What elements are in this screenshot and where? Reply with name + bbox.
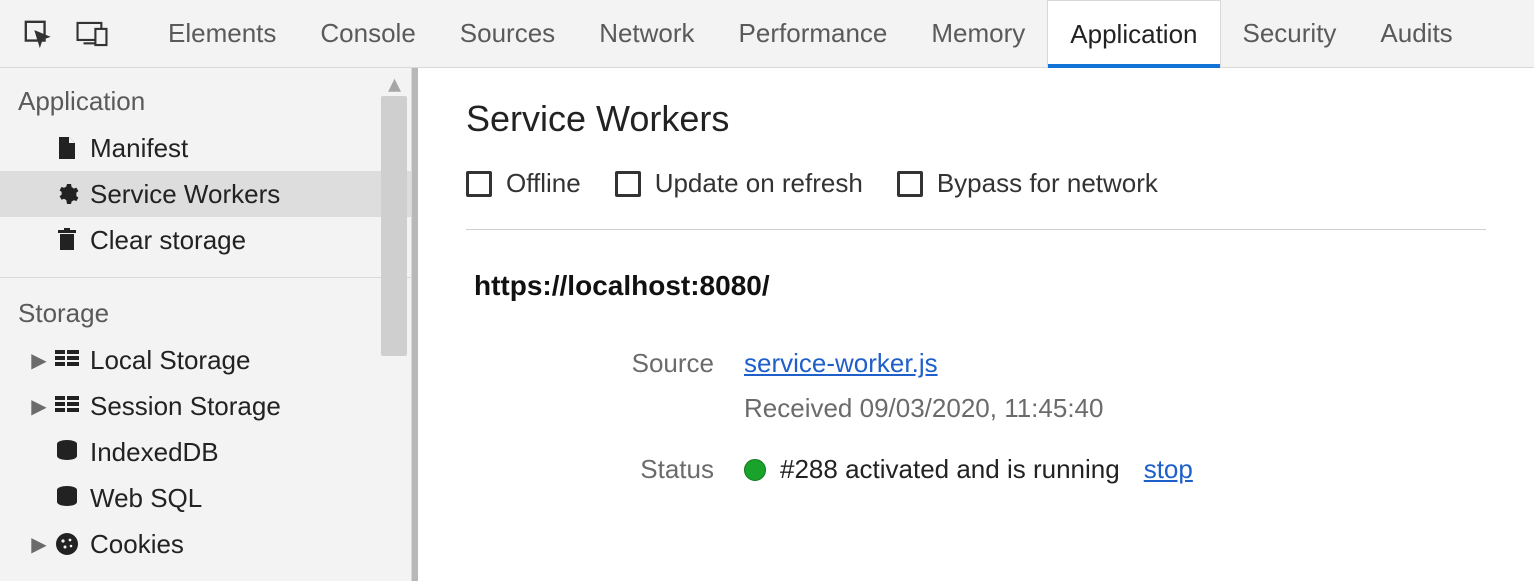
tab-label: Elements xyxy=(168,18,276,49)
tab-audits[interactable]: Audits xyxy=(1358,0,1474,67)
tab-console[interactable]: Console xyxy=(298,0,437,67)
checkbox-label: Update on refresh xyxy=(655,168,863,199)
sidebar-scrollbar-thumb[interactable] xyxy=(381,96,407,356)
sidebar-section-storage-header: Storage xyxy=(0,277,411,337)
sidebar-item-label: Clear storage xyxy=(90,225,411,256)
sidebar-item-service-workers[interactable]: Service Workers xyxy=(0,171,411,217)
checkbox-box xyxy=(615,171,641,197)
tab-label: Memory xyxy=(931,18,1025,49)
tab-label: Application xyxy=(1070,19,1197,50)
sidebar-scrollbar[interactable] xyxy=(381,96,407,581)
detail-grid: Source service-worker.js Received 09/03/… xyxy=(474,348,1486,485)
tab-memory[interactable]: Memory xyxy=(909,0,1047,67)
tab-label: Sources xyxy=(460,18,555,49)
source-file-link[interactable]: service-worker.js xyxy=(744,348,938,378)
cookie-icon xyxy=(50,532,84,556)
sidebar-item-clear-storage[interactable]: Clear storage xyxy=(0,217,411,263)
checkbox-box xyxy=(466,171,492,197)
inspect-element-icon[interactable] xyxy=(18,14,58,54)
checkbox-update-on-refresh[interactable]: Update on refresh xyxy=(615,168,863,199)
sidebar-section-application-header: Application xyxy=(0,68,411,125)
application-sidebar: ▴ Application Manifest Service Workers xyxy=(0,68,412,581)
checkbox-bypass-for-network[interactable]: Bypass for network xyxy=(897,168,1158,199)
gear-icon xyxy=(50,182,84,206)
database-icon xyxy=(50,486,84,510)
table-icon xyxy=(50,396,84,416)
stop-link[interactable]: stop xyxy=(1144,454,1193,485)
trash-icon xyxy=(50,228,84,252)
origin-url: https://localhost:8080/ xyxy=(474,270,1486,302)
sidebar-item-cookies[interactable]: ▶ Cookies xyxy=(0,521,411,567)
tab-label: Network xyxy=(599,18,694,49)
tab-security[interactable]: Security xyxy=(1221,0,1359,67)
document-icon xyxy=(50,136,84,160)
checkbox-label: Bypass for network xyxy=(937,168,1158,199)
sidebar-item-manifest[interactable]: Manifest xyxy=(0,125,411,171)
tab-sources[interactable]: Sources xyxy=(438,0,577,67)
tab-elements[interactable]: Elements xyxy=(146,0,298,67)
label-status: Status xyxy=(474,454,714,485)
status-indicator-icon xyxy=(744,459,766,481)
devtools-tabbar: Elements Console Sources Network Perform… xyxy=(0,0,1534,68)
service-workers-panel: Service Workers Offline Update on refres… xyxy=(418,68,1534,581)
sidebar-item-label: Web SQL xyxy=(90,483,411,514)
value-status: #288 activated and is running stop xyxy=(744,454,1486,485)
device-toolbar-icon[interactable] xyxy=(72,14,112,54)
checkbox-offline[interactable]: Offline xyxy=(466,168,581,199)
sidebar-item-label: Local Storage xyxy=(90,345,411,376)
devtools-tabs: Elements Console Sources Network Perform… xyxy=(146,0,1475,67)
tab-label: Audits xyxy=(1380,18,1452,49)
table-icon xyxy=(50,350,84,370)
tab-network[interactable]: Network xyxy=(577,0,716,67)
sidebar-item-label: Cookies xyxy=(90,529,411,560)
checkbox-label: Offline xyxy=(506,168,581,199)
database-icon xyxy=(50,440,84,464)
value-source: service-worker.js Received 09/03/2020, 1… xyxy=(744,348,1486,424)
options-row: Offline Update on refresh Bypass for net… xyxy=(466,168,1486,230)
tab-label: Security xyxy=(1243,18,1337,49)
status-text: #288 activated and is running xyxy=(780,454,1120,485)
chevron-right-icon: ▶ xyxy=(28,394,50,419)
sidebar-item-label: Session Storage xyxy=(90,391,411,422)
chevron-right-icon: ▶ xyxy=(28,532,50,557)
tab-application[interactable]: Application xyxy=(1047,0,1220,67)
tab-label: Console xyxy=(320,18,415,49)
sidebar-item-label: Manifest xyxy=(90,133,411,164)
sidebar-item-web-sql[interactable]: Web SQL xyxy=(0,475,411,521)
received-timestamp: Received 09/03/2020, 11:45:40 xyxy=(744,393,1486,424)
checkbox-box xyxy=(897,171,923,197)
main-split: ▴ Application Manifest Service Workers xyxy=(0,68,1534,581)
tab-performance[interactable]: Performance xyxy=(717,0,910,67)
panel-title: Service Workers xyxy=(466,98,1486,140)
chevron-right-icon: ▶ xyxy=(28,348,50,373)
label-source: Source xyxy=(474,348,714,379)
sidebar-item-indexeddb[interactable]: IndexedDB xyxy=(0,429,411,475)
sidebar-item-local-storage[interactable]: ▶ Local Storage xyxy=(0,337,411,383)
sidebar-item-label: IndexedDB xyxy=(90,437,411,468)
tab-label: Performance xyxy=(739,18,888,49)
sidebar-item-label: Service Workers xyxy=(90,179,411,210)
sidebar-item-session-storage[interactable]: ▶ Session Storage xyxy=(0,383,411,429)
